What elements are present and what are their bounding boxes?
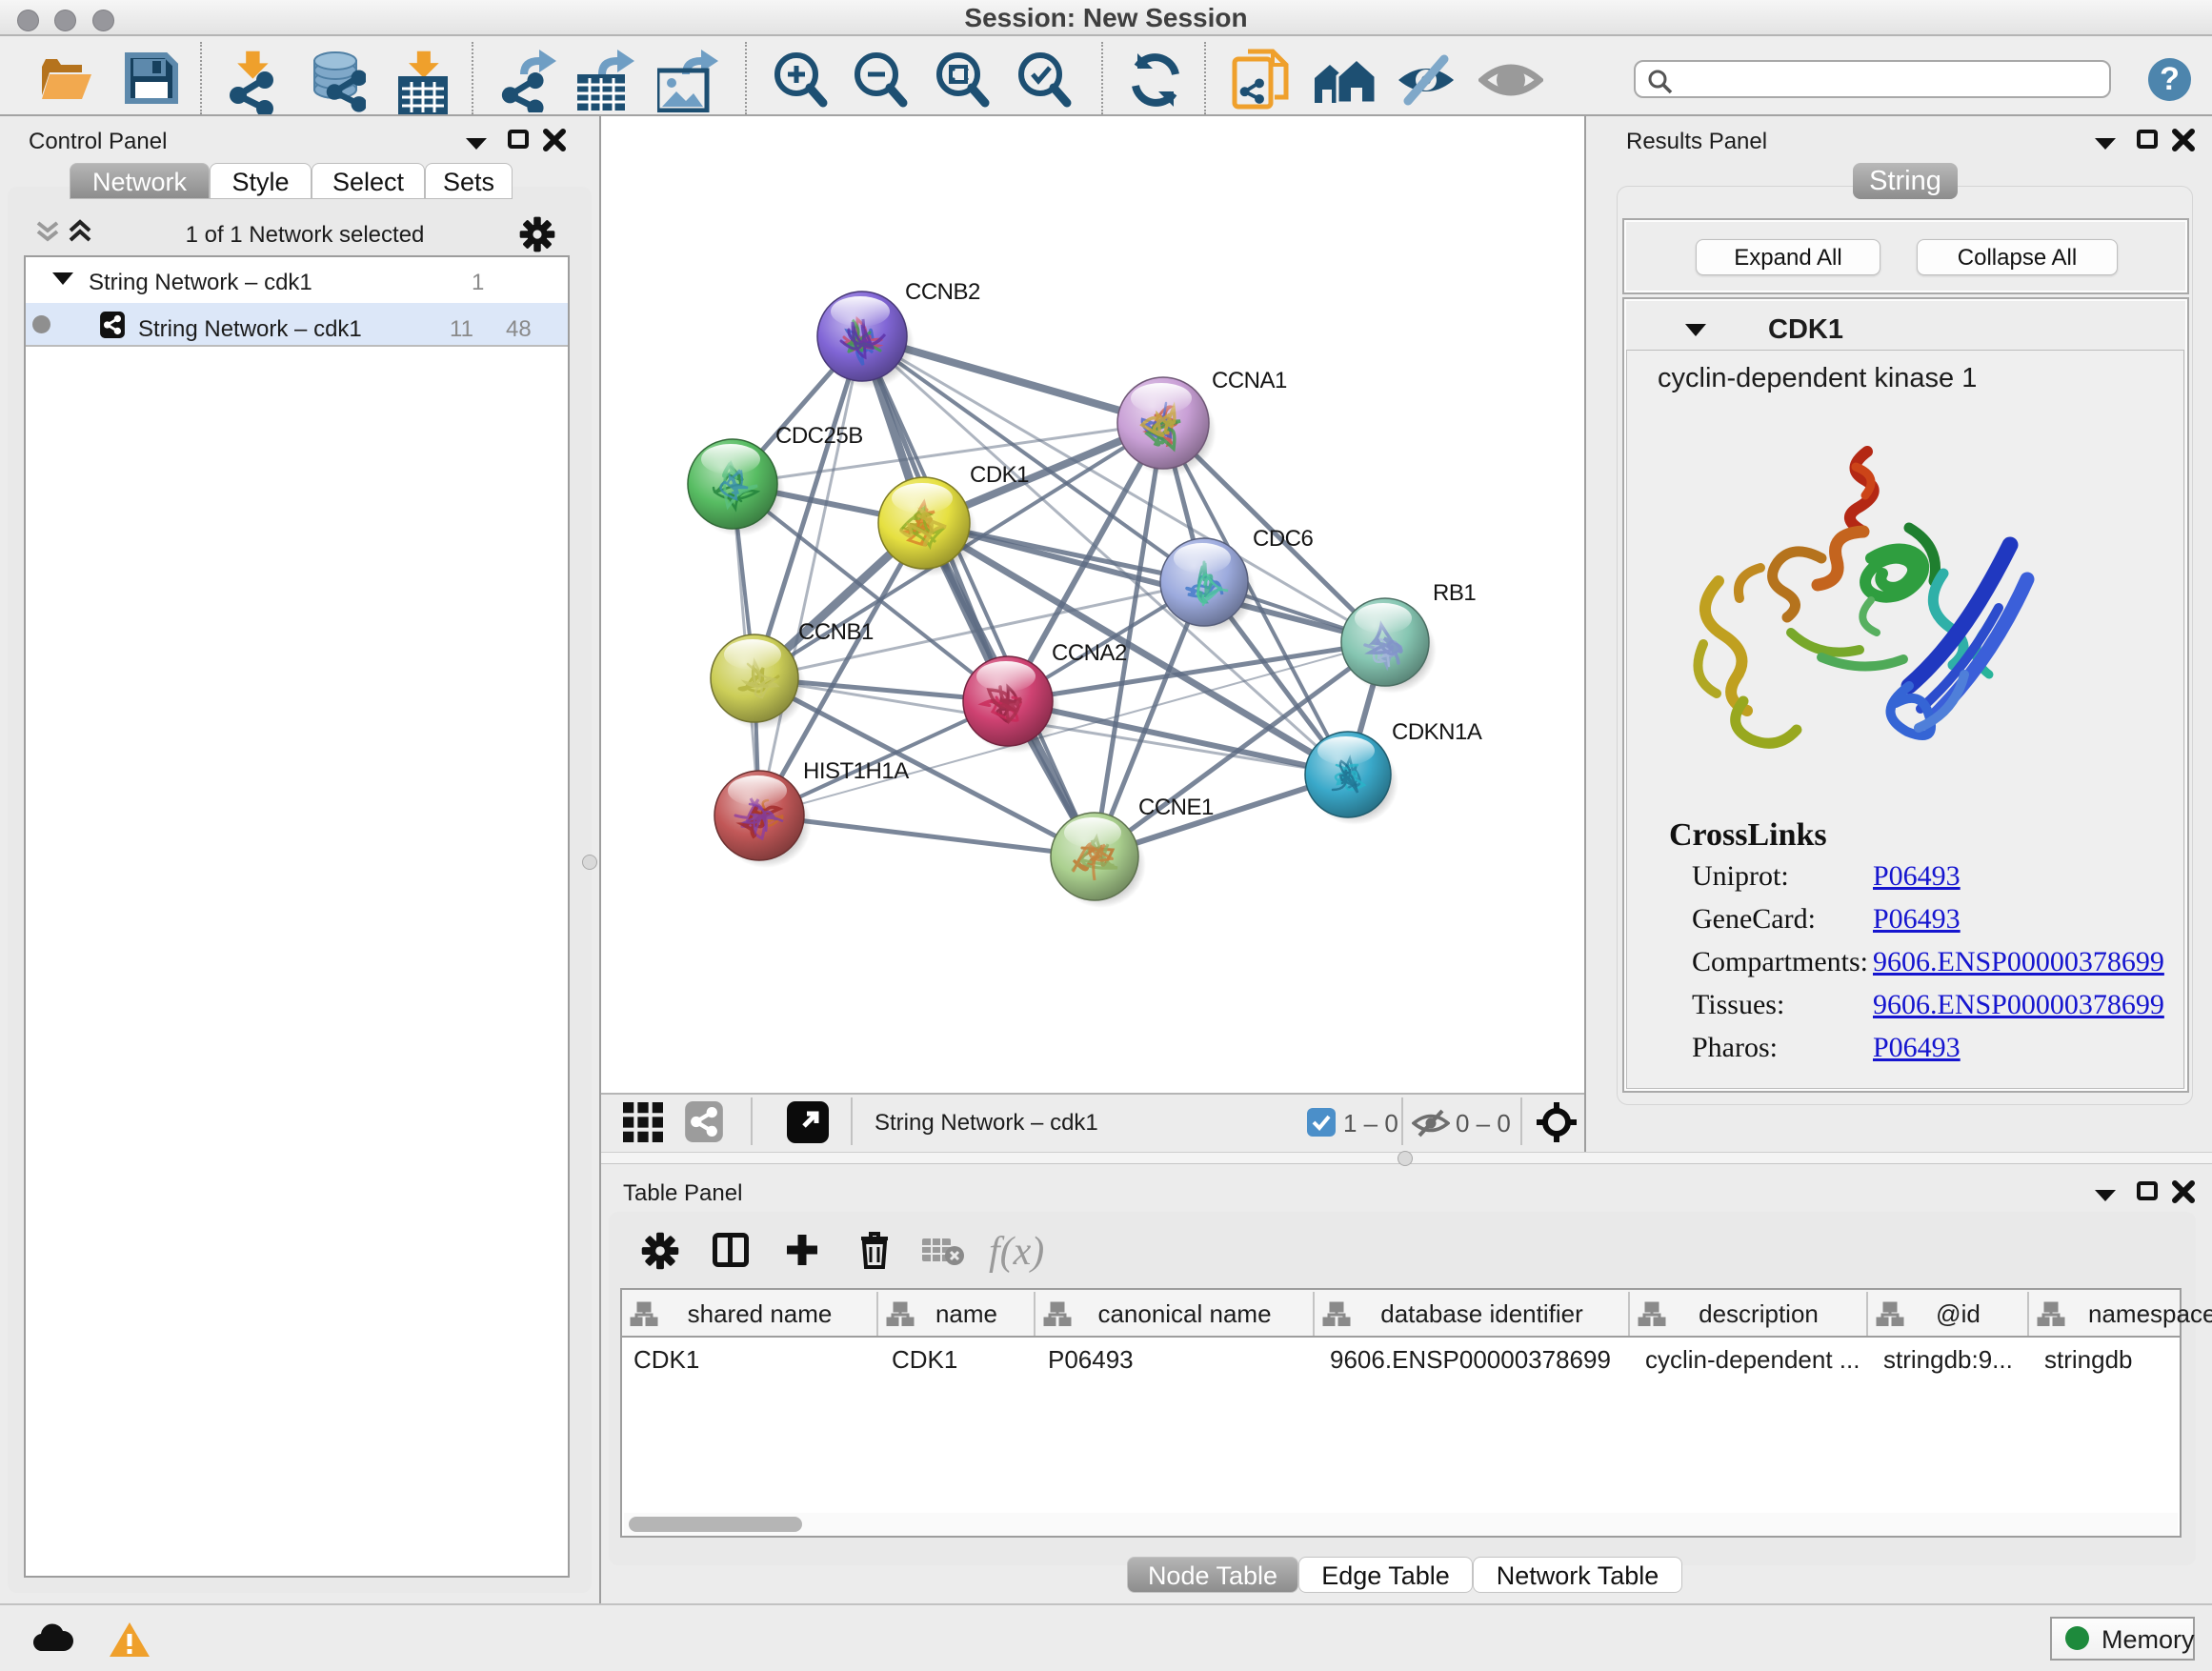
svg-text:CDC25B: CDC25B [775,423,863,449]
svg-text:CCNE1: CCNE1 [1138,795,1214,820]
svg-text:CDC6: CDC6 [1253,526,1313,552]
svg-text:CCNB1: CCNB1 [798,619,874,645]
svg-text:CDK1: CDK1 [970,462,1029,488]
svg-text:RB1: RB1 [1433,580,1476,606]
svg-text:HIST1H1A: HIST1H1A [803,758,909,784]
svg-text:CCNA1: CCNA1 [1212,368,1287,393]
svg-text:CCNA2: CCNA2 [1052,640,1127,666]
svg-text:CDKN1A: CDKN1A [1392,719,1482,745]
svg-text:CCNB2: CCNB2 [905,279,980,305]
